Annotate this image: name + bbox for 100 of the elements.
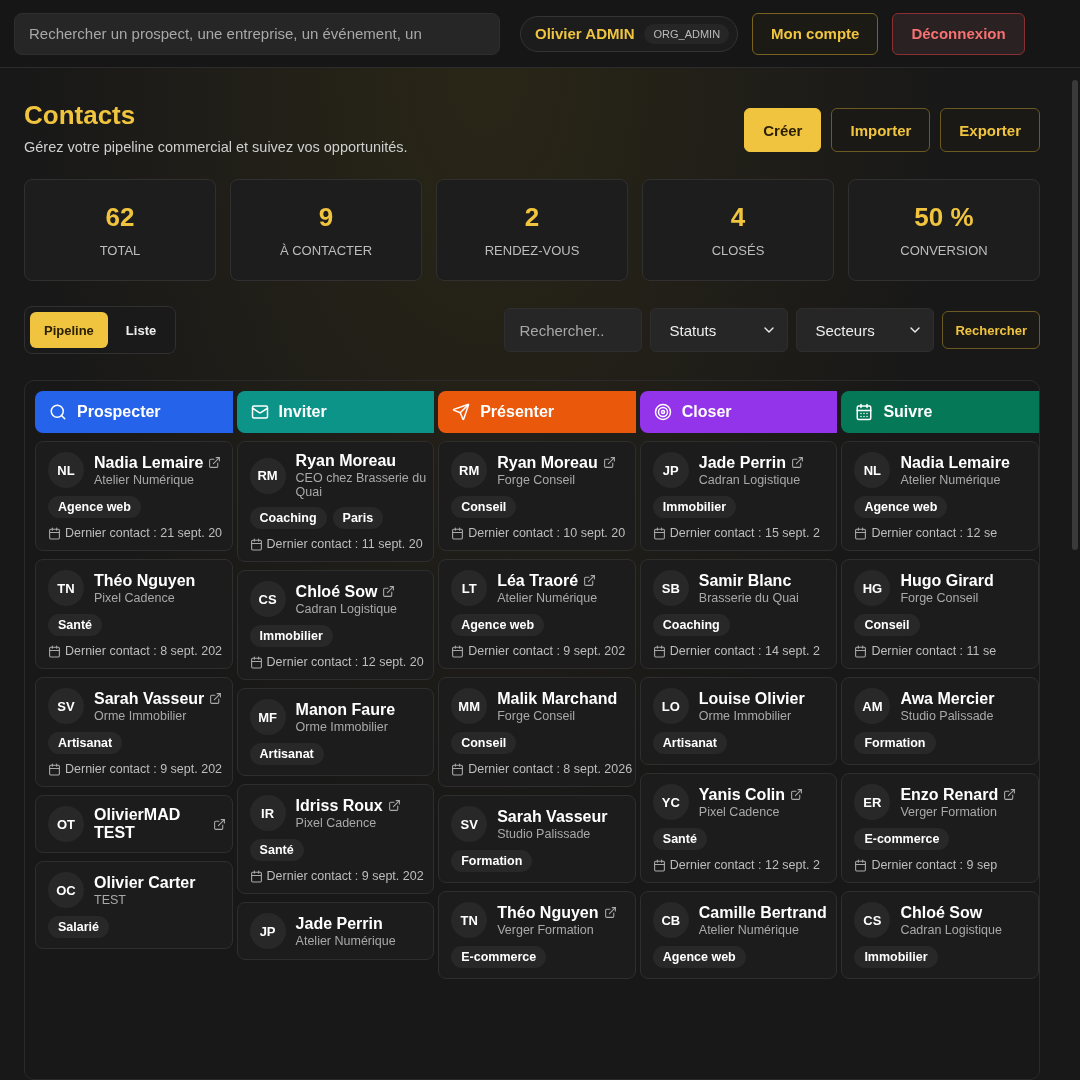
contact-card[interactable]: JP Jade Perrin Atelier Numérique [236,902,435,960]
contact-card[interactable]: CS Chloé Sow Cadran Logistique Immobilier [841,891,1039,979]
filter-dropdown[interactable]: Secteurs [796,308,935,352]
company-name: Forge Conseil [497,708,576,723]
company-name: Verger Formation [497,922,595,937]
calendar-icon [249,537,263,551]
action-button[interactable]: Exporter [940,108,1040,152]
calendar-icon [249,655,263,669]
contact-card[interactable]: NL Nadia Lemaire Atelier Numérique Agence web Dernier contact : 12 se [841,441,1039,551]
calendar-icon [249,869,263,883]
calendar-icon [48,762,61,776]
logout-button[interactable]: Déconnexion [892,12,1025,55]
account-button[interactable]: Mon compte [752,12,879,55]
page-subtitle: Gérez votre pipeline commercial et suivez vos opportunités. [24,139,408,155]
scrollbar[interactable] [1072,80,1078,550]
external-link-icon[interactable] [208,456,222,469]
contact-card[interactable]: RM Ryan Moreau CEO chez Brasserie du Quai Coaching Paris Dernier contact : 11 sept. 20 [236,441,435,562]
stat-label: CLOSÉS [711,243,765,258]
avatar: CB [652,902,689,938]
filter-dropdown[interactable]: Statuts [650,308,789,352]
action-button[interactable]: Importer [831,108,931,152]
last-contact-date: Dernier contact : 9 sept. 202 [65,762,223,776]
search-field[interactable]: Rechercher un prospect, une entreprise, un événement, un [14,12,500,55]
contact-card[interactable]: NL Nadia Lemaire Atelier Numérique Agence web Dernier contact : 21 sept. 20 [35,441,233,551]
contact-name: Louise Olivier [698,689,805,708]
avatar: OC [48,872,84,908]
avatar: TN [48,570,84,606]
tag: Agence web [451,614,545,636]
contact-card[interactable]: JP Jade Perrin Cadran Logistique Immobilier Dernier contact : 15 sept. 2 [639,441,838,551]
external-link-icon[interactable] [790,788,804,801]
calendar-icon [854,644,868,658]
company-name: Studio Palissade [497,826,592,841]
contact-name: Ryan Moreau [295,452,397,470]
contact-name: Sarah Vasseur [497,807,608,826]
tag: Santé [48,614,103,636]
last-contact-date: Dernier contact : 14 sept. 2 [669,644,820,658]
avatar: LT [451,570,488,606]
search-icon [49,403,67,421]
external-link-icon[interactable] [583,574,597,587]
contact-card[interactable]: OC Olivier Carter TEST Salarié [35,861,233,949]
contact-card[interactable]: SV Sarah Vasseur Studio Palissade Formation [438,795,636,883]
external-link-icon[interactable] [603,906,617,919]
external-link-icon[interactable] [382,585,396,598]
contact-card[interactable]: TN Théo Nguyen Verger Formation E-commerce [438,891,636,979]
contact-name: Théo Nguyen [94,571,196,590]
stat-value: 50 % [914,202,974,233]
company-name: Brasserie du Quai [698,590,799,605]
contact-card[interactable]: LT Léa Traoré Atelier Numérique Agence web Dernier contact : 9 sept. 202 [438,559,636,669]
avatar: IR [249,795,286,831]
calendar-icon [451,644,465,658]
last-contact-date: Dernier contact : 9 sept. 202 [266,869,424,883]
paper-plane-icon [452,403,471,421]
stage-title: Closer [681,403,732,421]
avatar: RM [451,452,488,488]
contact-card[interactable]: RM Ryan Moreau Forge Conseil Conseil Dernier contact : 10 sept. 20 [438,441,636,551]
contact-card[interactable]: CB Camille Bertrand Atelier Numérique Agence web [639,891,838,979]
contact-card[interactable]: YC Yanis Colin Pixel Cadence Santé Dernier contact : 12 sept. 2 [639,773,838,883]
tag: Conseil [451,496,517,518]
contact-name: OlivierMAD TEST [94,806,182,842]
search-field[interactable]: Rechercher.. [504,308,643,352]
external-link-icon[interactable] [1003,788,1017,801]
contact-card[interactable]: IR Idriss Roux Pixel Cadence Santé Dernier contact : 9 sept. 202 [236,784,435,894]
last-contact-date: Dernier contact : 8 sept. 2026 [468,762,633,776]
company-name: Pixel Cadence [295,815,378,830]
contact-name: Léa Traoré [497,571,579,590]
role-badge: ORG_ADMIN [644,23,730,44]
contact-card[interactable]: MM Malik Marchand Forge Conseil Conseil Dernier contact : 8 sept. 2026 [438,677,636,787]
contact-card[interactable]: SV Sarah Vasseur Orme Immobilier Artisanat Dernier contact : 9 sept. 202 [35,677,233,787]
last-contact-date: Dernier contact : 11 se [871,644,997,658]
contact-card[interactable]: ER Enzo Renard Verger Formation E-commerce Dernier contact : 9 sep [841,773,1039,883]
stage-title: Prospecter [77,403,161,421]
contact-card[interactable]: HG Hugo Girard Forge Conseil Conseil Dernier contact : 11 se [841,559,1039,669]
external-link-icon[interactable] [209,692,223,705]
tag: Artisanat [48,732,123,754]
external-link-icon[interactable] [387,799,401,812]
search-button[interactable]: Rechercher [942,311,1040,349]
calendar-icon [854,858,868,872]
contact-card[interactable]: SB Samir Blanc Brasserie du Quai Coaching Dernier contact : 14 sept. 2 [639,559,838,669]
tag: Coaching [652,614,730,636]
calendar-icon [48,644,61,658]
external-link-icon[interactable] [790,456,804,469]
contact-card[interactable]: LO Louise Olivier Orme Immobilier Artisanat [639,677,838,765]
contact-card[interactable]: CS Chloé Sow Cadran Logistique Immobilier Dernier contact : 12 sept. 20 [236,570,435,680]
stage-title: Inviter [278,403,327,421]
contact-card[interactable]: OT OlivierMAD TEST [35,795,233,853]
view-tab[interactable]: Liste [111,312,171,348]
target-icon [653,403,672,421]
calendar-icon [854,526,868,540]
contact-card[interactable]: TN Théo Nguyen Pixel Cadence Santé Dernier contact : 8 sept. 202 [35,559,233,669]
company-name: Studio Palissade [900,708,995,723]
external-link-icon[interactable] [212,817,226,831]
avatar: RM [249,457,286,494]
last-contact-date: Dernier contact : 12 se [871,526,998,540]
avatar: SV [48,688,84,724]
contact-card[interactable]: MF Manon Faure Orme Immobilier Artisanat [236,688,435,776]
create-button[interactable]: Créer [744,108,822,152]
avatar: CS [854,902,891,938]
view-tab[interactable]: Pipeline [30,312,108,348]
external-link-icon[interactable] [602,456,616,469]
contact-card[interactable]: AM Awa Mercier Studio Palissade Formation [841,677,1039,765]
